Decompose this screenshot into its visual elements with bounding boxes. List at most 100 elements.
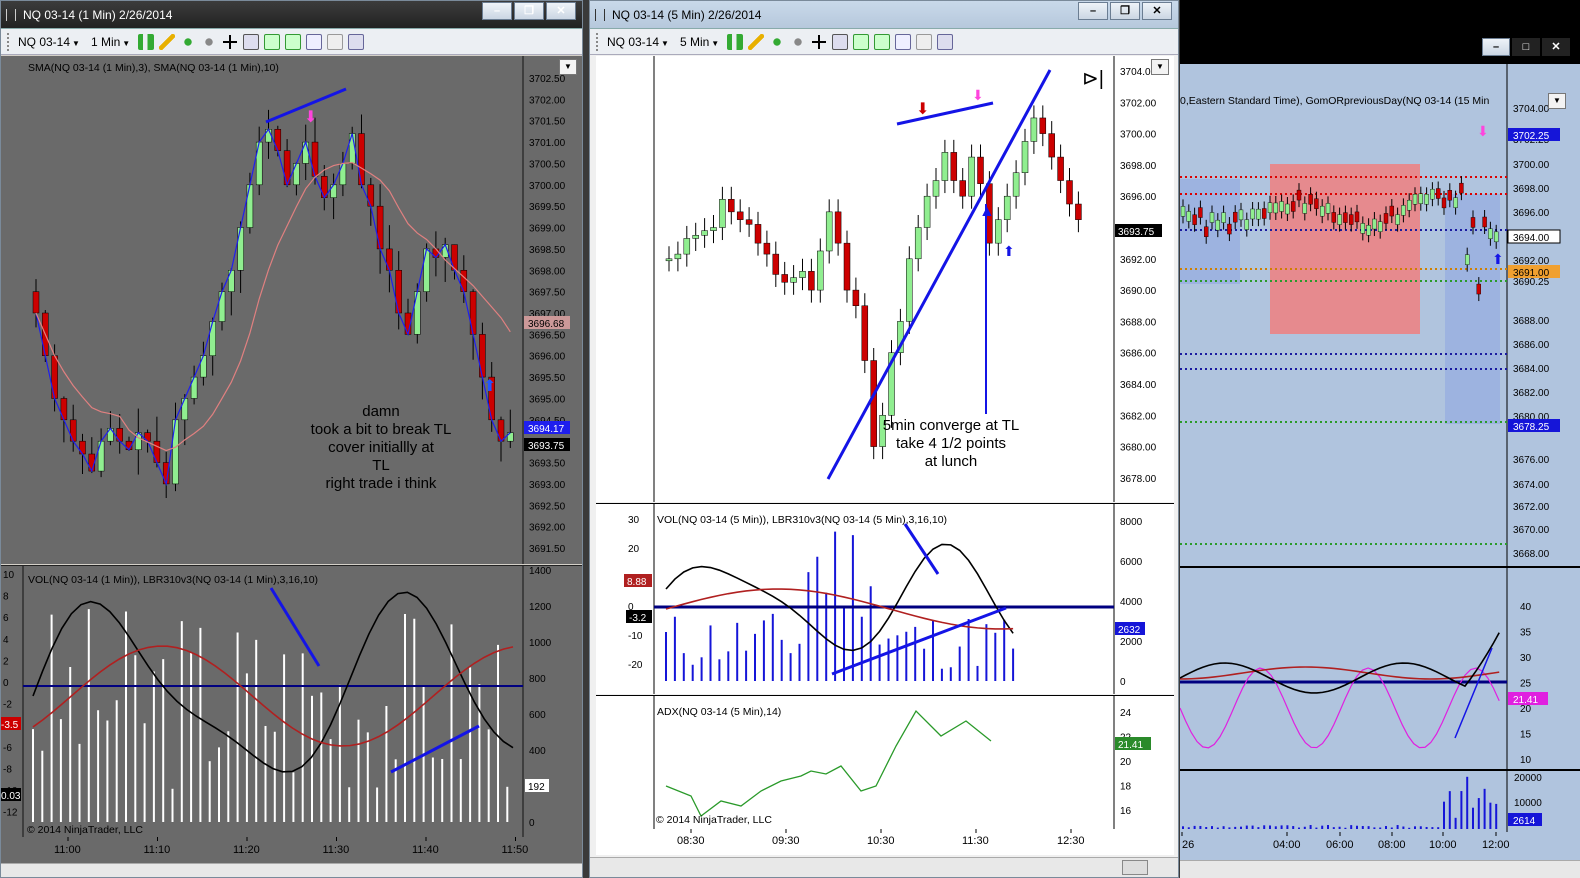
toolbar-grip[interactable]	[596, 32, 599, 51]
strategy-icon[interactable]	[201, 33, 218, 50]
candle-body	[479, 334, 486, 378]
minimize-button[interactable]: –	[1078, 2, 1108, 20]
zoom-icon[interactable]	[832, 33, 849, 50]
crosshair-icon[interactable]	[811, 33, 828, 50]
title-bar-1min[interactable]: NQ 03-14 (1 Min) 2/26/2014 – ❐ ✕	[1, 1, 582, 29]
instrument-selector[interactable]: NQ 03-14 ▼	[15, 35, 83, 49]
scroll-to-end-icon[interactable]: ⊳|	[1082, 66, 1104, 91]
chart-window-15min: – □ ✕ 3704.00 3702.25 3700.00 3698.00 3696.0…	[1180, 0, 1580, 878]
price-panel-15min[interactable]: 3704.00 3702.25 3700.00 3698.00 3696.00 3694.…	[1180, 64, 1580, 566]
price-axis-label: 3692.00	[529, 523, 566, 534]
oscillator-panel-15min[interactable]: 40 35 30 25 20 15 10 21.41	[1180, 567, 1580, 769]
candle-body	[1459, 182, 1464, 194]
candle-body	[1250, 208, 1255, 220]
panel-dropdown-button[interactable]: ▼	[1151, 59, 1169, 75]
volume-panel-5min[interactable]: 3020100-10-20800060004000200008.88-3.226…	[596, 503, 1174, 694]
candle-body	[1057, 156, 1064, 181]
snapshot-icon[interactable]	[916, 33, 933, 50]
data-box-icon[interactable]	[264, 33, 281, 50]
candle-body	[1180, 206, 1186, 217]
snapshot-icon[interactable]	[327, 33, 344, 50]
candle-body	[153, 440, 161, 463]
chart-style-icon[interactable]	[285, 33, 302, 50]
panel-dropdown-button[interactable]: ▼	[1548, 93, 1566, 109]
candle-body	[302, 141, 309, 164]
data-box-icon[interactable]	[853, 33, 870, 50]
candle-body	[701, 230, 708, 236]
instrument-selector[interactable]: NQ 03-14 ▼	[604, 35, 672, 49]
price-tag: 3694.17	[528, 424, 565, 435]
title-bar-15min[interactable]: – □ ✕	[1375, 0, 1580, 64]
annotation-line: 5min converge at TL	[882, 417, 1020, 434]
candle-body	[1039, 117, 1047, 134]
price-axis-label: 3688.00	[1120, 317, 1157, 328]
axis-label: 600	[529, 710, 546, 721]
window-tile-icon[interactable]	[348, 33, 365, 50]
price-axis-label: 3686.00	[1120, 349, 1157, 360]
volume-panel-15min[interactable]: 20000 10000 2614	[1180, 770, 1580, 832]
candle-body	[665, 258, 673, 262]
price-axis-label: 3699.00	[529, 224, 566, 235]
candle-body	[941, 152, 949, 181]
price-axis-label: 3693.00	[529, 480, 566, 491]
title-bar-5min[interactable]: NQ 03-14 (5 Min) 2/26/2014 – ❐ ✕	[590, 1, 1178, 29]
crosshair-icon[interactable]	[222, 33, 239, 50]
price-axis-label: 3686.00	[1513, 340, 1550, 351]
scrollbar-thumb[interactable]	[1122, 860, 1148, 875]
axis-label: 30	[628, 515, 640, 526]
restore-button[interactable]: □	[1512, 38, 1540, 56]
close-button[interactable]: ✕	[1142, 2, 1172, 20]
panel-dropdown-button[interactable]: ▼	[559, 59, 577, 75]
horizontal-scrollbar[interactable]	[1180, 860, 1580, 878]
time-label: 11:50	[502, 844, 529, 856]
candle-body	[51, 355, 58, 399]
properties-icon[interactable]	[895, 33, 912, 50]
time-label: 11:40	[412, 844, 439, 856]
price-panel-5min[interactable]: 3704.003702.003700.003698.003696.003694.…	[596, 56, 1174, 502]
properties-icon[interactable]	[306, 33, 323, 50]
annotation-line: damn	[362, 403, 400, 420]
pencil-icon[interactable]	[748, 33, 765, 50]
horizontal-scrollbar[interactable]	[1, 863, 582, 877]
toolbar-grip[interactable]	[7, 32, 10, 51]
horizontal-scrollbar[interactable]	[590, 857, 1178, 877]
window-tile-icon[interactable]	[937, 33, 954, 50]
candle-body	[1453, 197, 1458, 208]
bar-type-icon[interactable]	[727, 33, 744, 50]
zoom-icon[interactable]	[243, 33, 260, 50]
volume-panel-1min[interactable]: 1086420-2-4-6-8-10-121400120010008006004…	[1, 565, 582, 837]
osc-line-black	[1180, 632, 1500, 694]
candle-body	[799, 271, 806, 278]
candle-body	[200, 355, 207, 378]
candle-body	[1233, 211, 1238, 223]
candle-body	[834, 211, 842, 244]
restore-button[interactable]: ❐	[1110, 2, 1140, 20]
candle-body	[339, 163, 347, 186]
restore-button[interactable]: ❐	[514, 2, 544, 20]
minimize-button[interactable]: –	[482, 2, 512, 20]
axis-label: 800	[529, 674, 546, 685]
time-label: 04:00	[1273, 839, 1301, 851]
price-axis-label: 3696.00	[529, 352, 566, 363]
axis-label: 6	[3, 613, 9, 624]
close-button[interactable]: ✕	[546, 2, 576, 20]
axis-label: -6	[3, 743, 12, 754]
candle-body	[817, 250, 824, 291]
minimize-button[interactable]: –	[1482, 38, 1510, 56]
annotation-line: took a bit to break TL	[310, 421, 452, 438]
add-indicator-icon[interactable]	[769, 33, 786, 50]
pink-arrow-icon: ⬇	[1477, 123, 1489, 139]
strategy-icon[interactable]	[790, 33, 807, 50]
adx-panel-5min[interactable]: 242220181621.41 ADX(NQ 03-14 (5 Min),14)…	[596, 695, 1174, 829]
interval-selector[interactable]: 1 Min ▼	[88, 35, 133, 49]
bar-type-icon[interactable]	[138, 33, 155, 50]
red-down-arrow-icon: ⬇	[916, 101, 929, 118]
price-panel-1min[interactable]: 3702.50 3702.00 3701.50 3701.00 3700.50 3700.…	[1, 56, 582, 564]
pencil-icon[interactable]	[159, 33, 176, 50]
axis-label: 10000	[1514, 798, 1542, 809]
candle-body	[1273, 202, 1279, 214]
interval-selector[interactable]: 5 Min ▼	[677, 35, 722, 49]
add-indicator-icon[interactable]	[180, 33, 197, 50]
close-button[interactable]: ✕	[1542, 38, 1570, 56]
chart-style-icon[interactable]	[874, 33, 891, 50]
